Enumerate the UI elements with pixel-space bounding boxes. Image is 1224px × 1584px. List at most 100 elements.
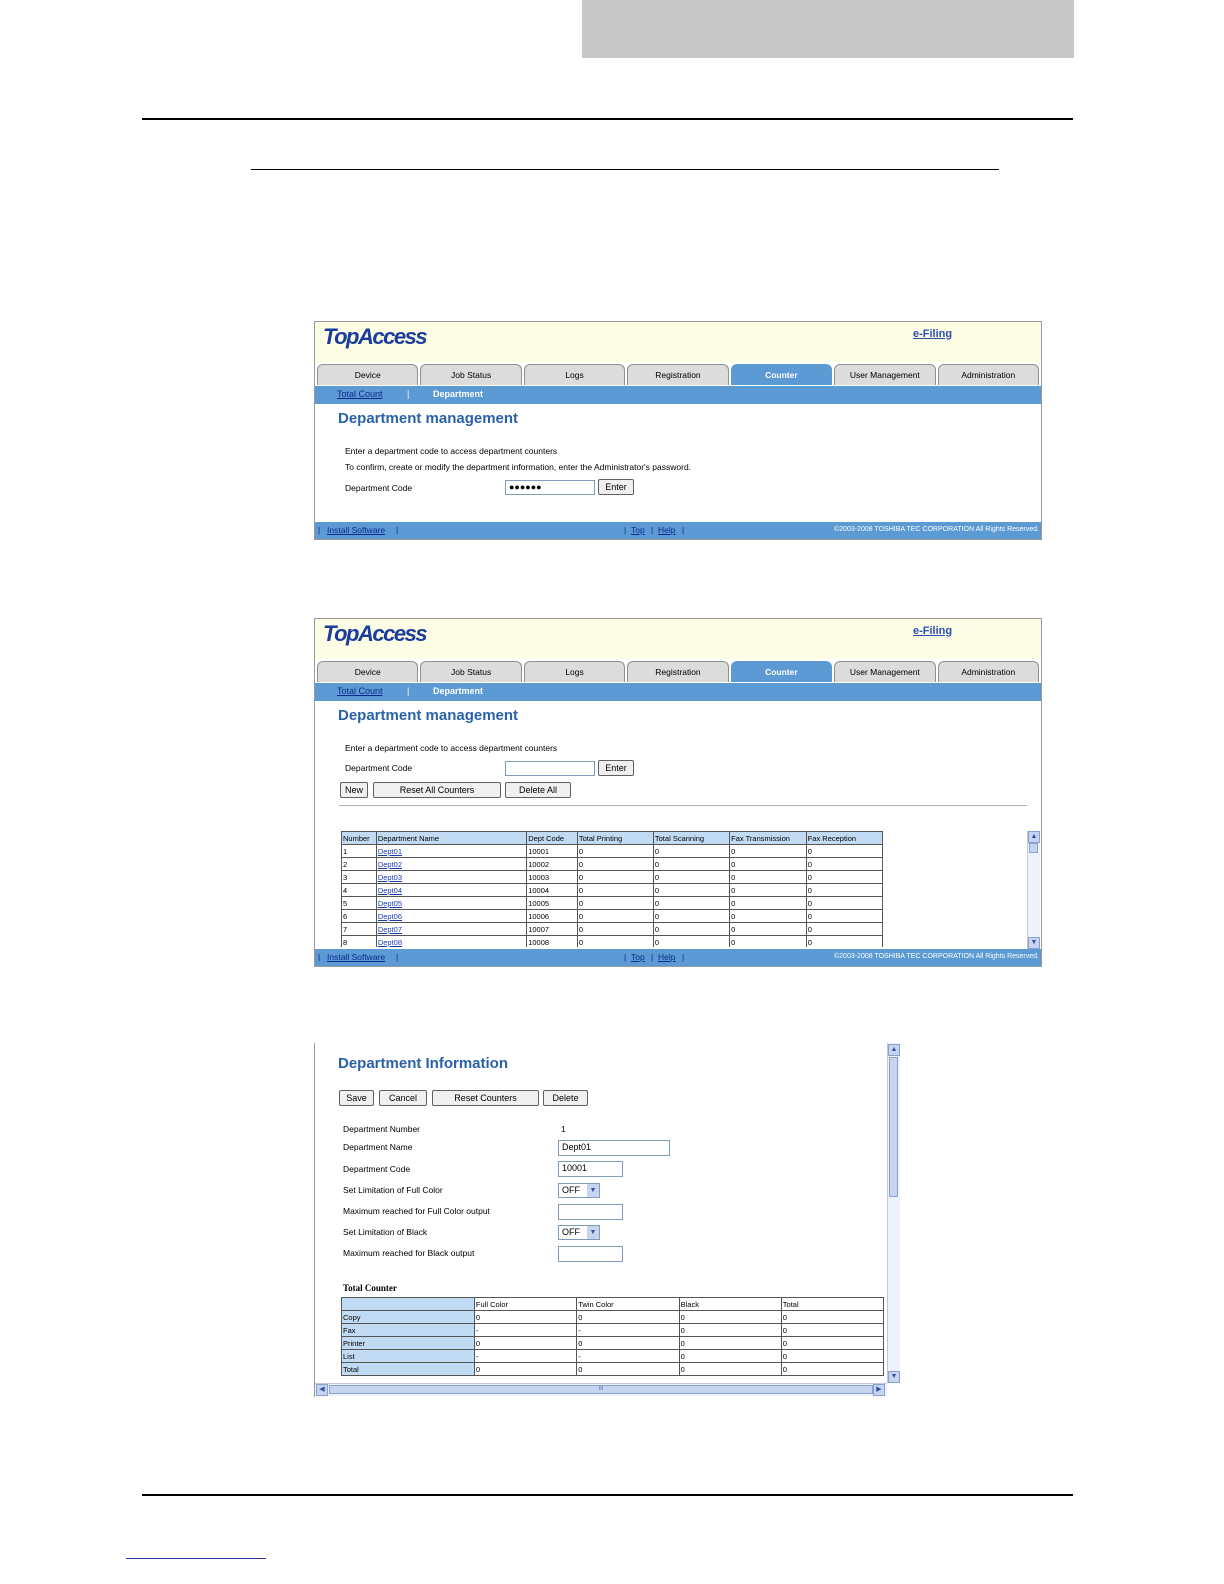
- scroll-up-icon[interactable]: ▲: [888, 1044, 900, 1056]
- tab-device[interactable]: Device: [317, 364, 419, 385]
- total-count-link[interactable]: Total Count: [337, 686, 383, 696]
- department-name-link[interactable]: Dept06: [378, 912, 402, 921]
- cell: 0: [576, 1310, 680, 1324]
- tab-logs[interactable]: Logs: [523, 364, 626, 385]
- scroll-thumb[interactable]: [1029, 843, 1038, 853]
- department-number-value: 1: [561, 1124, 566, 1134]
- tab-job-status[interactable]: Job Status: [420, 364, 522, 385]
- efiling-link[interactable]: e-Filing: [913, 328, 952, 340]
- cell: 0: [729, 896, 807, 910]
- vertical-scrollbar[interactable]: ▲ ▼: [887, 1043, 900, 1383]
- department-name-input[interactable]: Dept01: [558, 1140, 670, 1156]
- tab-administration[interactable]: Administration: [937, 661, 1039, 682]
- table-row: List - -0 0: [341, 1349, 885, 1363]
- header-gray-block: [582, 0, 1074, 58]
- scroll-thumb[interactable]: [889, 1057, 898, 1197]
- limit-full-color-value: OFF: [562, 1185, 580, 1195]
- scroll-down-icon[interactable]: ▼: [888, 1371, 900, 1383]
- tab-counter[interactable]: Counter: [730, 364, 833, 385]
- reset-counters-button[interactable]: Reset Counters: [432, 1090, 539, 1106]
- cell: 0: [729, 909, 807, 923]
- vertical-scrollbar[interactable]: ▲ ▼: [1027, 831, 1040, 949]
- limit-full-color-select[interactable]: OFF ▼: [558, 1183, 600, 1198]
- tab-user-management[interactable]: User Management: [834, 364, 936, 385]
- help-link[interactable]: Help: [658, 525, 675, 535]
- department-code-input[interactable]: 10001: [558, 1161, 623, 1177]
- enter-button[interactable]: Enter: [598, 479, 634, 495]
- department-name-link[interactable]: Dept07: [378, 925, 402, 934]
- department-name-link[interactable]: Dept03: [378, 873, 402, 882]
- reset-all-counters-button[interactable]: Reset All Counters: [373, 782, 501, 798]
- chevron-down-icon[interactable]: ▼: [587, 1226, 599, 1239]
- tab-user-management[interactable]: User Management: [834, 661, 936, 682]
- scroll-right-icon[interactable]: ▶: [873, 1384, 885, 1396]
- new-button[interactable]: New: [340, 782, 368, 798]
- col-header: Fax Transmission: [729, 831, 807, 845]
- chevron-down-icon[interactable]: ▼: [587, 1184, 599, 1197]
- cell: 0: [576, 1336, 680, 1350]
- cell: 0: [473, 1362, 578, 1376]
- department-table: Number Department Name Dept Code Total P…: [341, 831, 884, 949]
- enter-button[interactable]: Enter: [598, 760, 634, 776]
- tab-administration[interactable]: Administration: [937, 364, 1039, 385]
- scroll-down-icon[interactable]: ▼: [1028, 937, 1040, 949]
- cell: 0: [652, 844, 731, 858]
- cell: 0: [805, 844, 884, 858]
- cell: 3: [341, 870, 377, 884]
- copyright-text: ©2003-2008 TOSHIBA TEC CORPORATION All R…: [834, 953, 1039, 960]
- footer-bar-sep: |: [624, 525, 627, 535]
- cancel-button[interactable]: Cancel: [379, 1090, 427, 1106]
- total-count-link[interactable]: Total Count: [337, 389, 383, 399]
- department-name-link[interactable]: Dept01: [378, 847, 402, 856]
- department-name-link[interactable]: Dept04: [378, 886, 402, 895]
- department-name-link[interactable]: Dept02: [378, 860, 402, 869]
- horizontal-scroll-thumb[interactable]: III: [329, 1385, 873, 1394]
- screenshot-department-information: Department Information Save Cancel Reset…: [314, 1043, 901, 1397]
- horizontal-scrollbar[interactable]: ◀ III ▶: [315, 1383, 887, 1396]
- table-row: 7 Dept07 10007 0 0 0 0: [341, 922, 884, 936]
- tab-device[interactable]: Device: [317, 661, 419, 682]
- tab-registration[interactable]: Registration: [627, 661, 729, 682]
- cell: 0: [652, 922, 731, 936]
- cell: 0: [780, 1349, 885, 1363]
- footer-bar-sep: |: [318, 952, 321, 962]
- page-title: Department management: [338, 410, 519, 427]
- delete-all-button[interactable]: Delete All: [505, 782, 571, 798]
- department-code-input[interactable]: [505, 761, 595, 776]
- subnav-separator: |: [407, 389, 410, 399]
- tab-logs[interactable]: Logs: [523, 661, 626, 682]
- footer-bar-sep: |: [651, 952, 654, 962]
- limit-black-select[interactable]: OFF ▼: [558, 1225, 600, 1240]
- department-code-input[interactable]: ●●●●●●: [505, 480, 595, 495]
- row-header: List: [341, 1349, 475, 1363]
- footer-bar-sep: |: [318, 525, 321, 535]
- scroll-left-icon[interactable]: ◀: [316, 1384, 328, 1396]
- col-header: Number: [341, 831, 377, 845]
- max-full-color-input[interactable]: [558, 1204, 623, 1220]
- save-button[interactable]: Save: [339, 1090, 374, 1106]
- tab-registration[interactable]: Registration: [627, 364, 729, 385]
- cell: 0: [473, 1310, 578, 1324]
- scroll-up-icon[interactable]: ▲: [1028, 831, 1040, 843]
- delete-button[interactable]: Delete: [543, 1090, 588, 1106]
- department-name-link[interactable]: Dept05: [378, 899, 402, 908]
- top-link[interactable]: Top: [631, 525, 645, 535]
- total-counter-heading: Total Counter: [343, 1283, 397, 1293]
- tab-job-status[interactable]: Job Status: [420, 661, 522, 682]
- divider: [339, 805, 1027, 806]
- cell: 0: [780, 1310, 885, 1324]
- tab-counter[interactable]: Counter: [730, 661, 833, 682]
- cell: 0: [576, 844, 654, 858]
- cell: Dept04: [375, 883, 528, 897]
- install-software-link[interactable]: Install Software: [327, 525, 385, 535]
- max-black-input[interactable]: [558, 1246, 623, 1262]
- cell: 10001: [526, 844, 578, 858]
- col-header: Twin Color: [576, 1297, 680, 1311]
- help-link[interactable]: Help: [658, 952, 675, 962]
- efiling-link[interactable]: e-Filing: [913, 625, 952, 637]
- top-link[interactable]: Top: [631, 952, 645, 962]
- cell: Dept07: [375, 922, 528, 936]
- main-tabs: Device Job Status Logs Registration Coun…: [317, 364, 1041, 386]
- install-software-link[interactable]: Install Software: [327, 952, 385, 962]
- department-name-link[interactable]: Dept08: [378, 938, 402, 947]
